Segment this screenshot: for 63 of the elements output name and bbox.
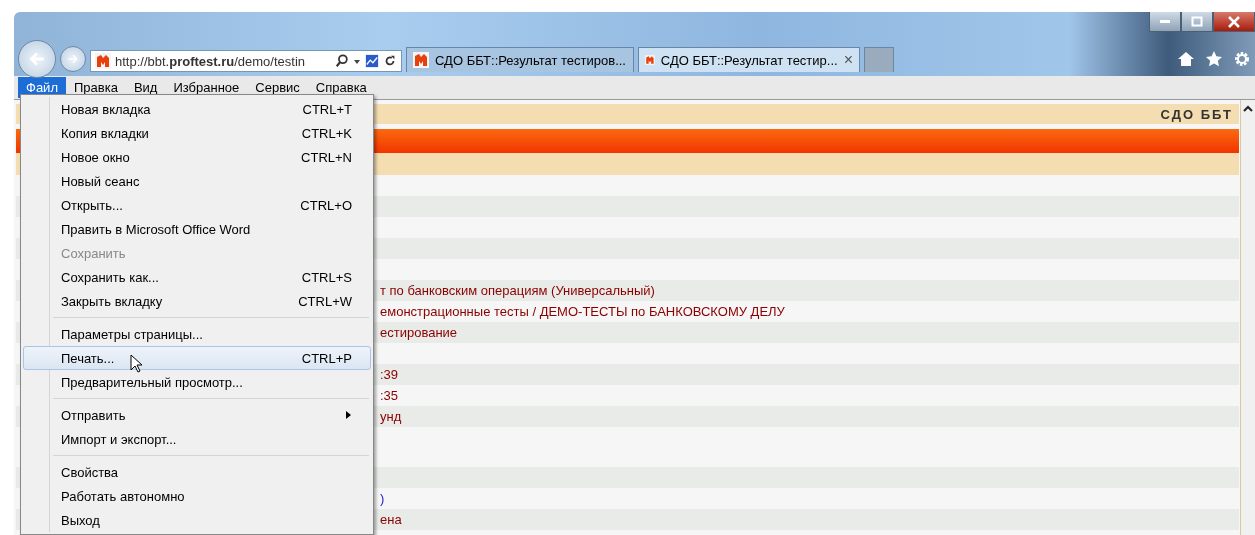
menu-item[interactable]: Править в Microsoft Office Word: [23, 217, 371, 241]
browser-tab[interactable]: СДО ББТ::Результат тестиров...: [406, 47, 634, 72]
site-logo-icon: [95, 53, 111, 69]
close-icon: [1227, 14, 1241, 29]
table-cell: емонстрационные тесты / ДЕМО-ТЕСТЫ по БАНКОВСКОМУ ДЕЛУ: [380, 304, 785, 319]
shortcut-text: CTRL+N: [301, 149, 352, 165]
minimize-button[interactable]: [1149, 12, 1181, 32]
menu-item[interactable]: Выход: [23, 508, 371, 532]
shortcut-text: CTRL+T: [302, 101, 352, 117]
menu-bar-item[interactable]: Сервис: [247, 77, 308, 98]
shortcut-text: CTRL+P: [301, 350, 352, 366]
back-arrow-icon: [28, 50, 46, 68]
menu-item[interactable]: Копия вкладки CTRL+K: [23, 121, 371, 145]
menu-item[interactable]: Импорт и экспорт...: [23, 427, 371, 451]
maximize-button[interactable]: [1181, 12, 1213, 32]
menu-item[interactable]: Сохранить как... CTRL+S: [23, 265, 371, 289]
compatibility-view-icon: [365, 54, 379, 68]
shortcut-text: CTRL+K: [301, 125, 352, 141]
menu-item[interactable]: Новый сеанс: [23, 169, 371, 193]
menu-item[interactable]: Свойства: [23, 460, 371, 484]
menu-item[interactable]: Новое окно CTRL+N: [23, 145, 371, 169]
favorites-star-icon: [1205, 50, 1223, 68]
menu-item[interactable]: Предварительный просмотр...: [23, 370, 371, 394]
menu-item[interactable]: Печать... CTRL+P: [23, 346, 371, 370]
refresh-icon: [383, 54, 397, 68]
menu-bar-item[interactable]: Избранное: [165, 77, 248, 98]
menu-bar-item[interactable]: Правка: [65, 77, 126, 98]
table-cell: :35: [380, 388, 399, 403]
table-cell: унд: [380, 409, 402, 424]
table-link[interactable]: ): [380, 491, 385, 506]
back-button[interactable]: [18, 40, 56, 78]
scrollbar[interactable]: [1240, 100, 1255, 535]
settings-icon: [1233, 50, 1251, 68]
shortcut-text: CTRL+O: [300, 197, 352, 213]
menu-bar-item[interactable]: Вид: [125, 77, 166, 98]
menu-bar-item[interactable]: Справка: [307, 77, 375, 98]
url-text: http://bbt.proftest.ru/demo/testin: [115, 53, 307, 69]
home-icon: [1177, 50, 1195, 68]
address-bar[interactable]: http://bbt.proftest.ru/demo/testin: [90, 50, 402, 72]
submenu-arrow-icon: [345, 409, 352, 420]
maximize-icon: [1190, 14, 1204, 29]
forward-button[interactable]: [60, 46, 86, 72]
close-tab-button[interactable]: ×: [843, 51, 853, 69]
site-logo-icon: [413, 52, 429, 68]
mouse-cursor-icon: [130, 354, 144, 374]
menu-item[interactable]: Закрыть вкладку CTRL+W: [23, 289, 371, 313]
table-cell: естирование: [380, 325, 458, 340]
shortcut-text: CTRL+S: [301, 269, 352, 285]
site-logo-icon: [645, 52, 655, 68]
menu-item[interactable]: Работать автономно: [23, 484, 371, 508]
table-cell: ена: [380, 512, 402, 527]
minimize-icon: [1160, 20, 1170, 23]
menu-item[interactable]: Параметры страницы...: [23, 322, 371, 346]
caret-icon: [353, 57, 361, 65]
search-icon: [335, 54, 349, 68]
shortcut-text: CTRL+W: [298, 293, 352, 309]
forward-arrow-icon: [67, 52, 79, 66]
table-cell: т по банковским операциям (Универсальный): [380, 283, 655, 298]
close-button[interactable]: [1213, 12, 1255, 32]
table-cell: :39: [380, 367, 399, 382]
menu-item[interactable]: Открыть... CTRL+O: [23, 193, 371, 217]
menu-item[interactable]: Отправить: [23, 403, 371, 427]
browser-tab[interactable]: СДО ББТ::Результат тестир... ×: [638, 47, 860, 72]
